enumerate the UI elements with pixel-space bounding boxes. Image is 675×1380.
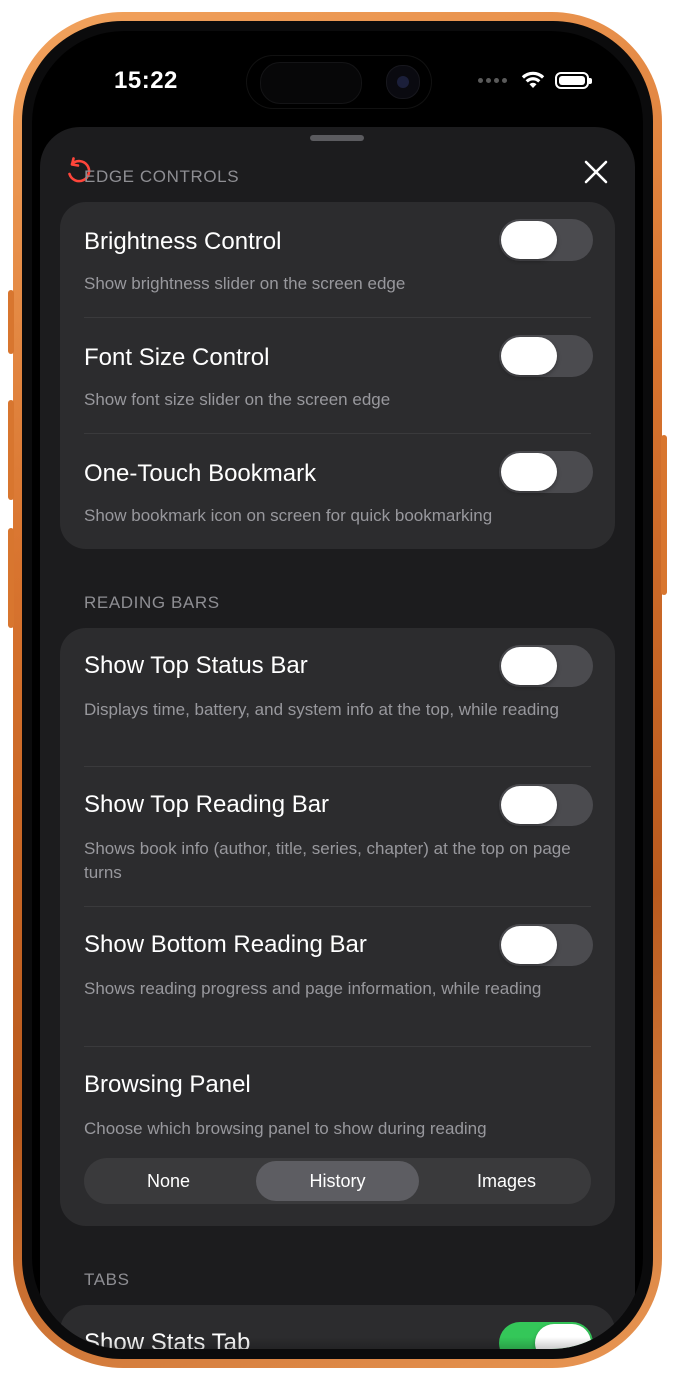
dynamic-island xyxy=(246,55,432,109)
power-button xyxy=(661,435,667,595)
row-description: Shows reading progress and page informat… xyxy=(84,979,542,998)
row-title: One-Touch Bookmark xyxy=(84,460,317,487)
row-description: Show brightness slider on the screen edg… xyxy=(84,274,406,293)
row-description: Choose which browsing panel to show duri… xyxy=(84,1119,487,1138)
screen: 15:22 EDGE CONTROLS Brightness Control S… xyxy=(32,31,643,1349)
brightness-control-toggle[interactable] xyxy=(499,219,593,261)
row-description: Show font size slider on the screen edge xyxy=(84,390,391,409)
segment-none[interactable]: None xyxy=(87,1161,250,1201)
sheet-grabber[interactable] xyxy=(310,135,364,141)
row-description: Shows book info (author, title, series, … xyxy=(84,839,571,882)
one-touch-bookmark-toggle[interactable] xyxy=(499,451,593,493)
bottom-fade xyxy=(40,1337,635,1349)
section-header-tabs: TABS xyxy=(84,1270,130,1289)
divider xyxy=(84,906,591,907)
close-icon[interactable] xyxy=(581,157,611,187)
status-icons xyxy=(478,71,592,89)
divider xyxy=(84,433,591,434)
row-title: Show Top Reading Bar xyxy=(84,791,330,818)
row-title: Browsing Panel xyxy=(84,1071,251,1098)
segment-history[interactable]: History xyxy=(256,1161,419,1201)
section-header-reading-bars: READING BARS xyxy=(84,593,220,612)
status-time: 15:22 xyxy=(114,67,178,94)
browsing-panel-segmented-control: None History Images xyxy=(84,1158,591,1204)
row-description: Displays time, battery, and system info … xyxy=(84,700,559,719)
volume-down-button xyxy=(8,528,14,628)
reading-bars-card: Show Top Status Bar Displays time, batte… xyxy=(60,628,615,1226)
signal-dots-icon xyxy=(478,77,507,83)
row-title: Font Size Control xyxy=(84,344,270,371)
action-button xyxy=(8,290,14,354)
row-description: Show bookmark icon on screen for quick b… xyxy=(84,506,493,525)
battery-icon xyxy=(555,71,592,89)
show-bottom-reading-bar-toggle[interactable] xyxy=(499,924,593,966)
wifi-icon xyxy=(521,71,545,88)
row-title: Show Bottom Reading Bar xyxy=(84,931,367,958)
divider xyxy=(84,1046,591,1047)
divider xyxy=(84,766,591,767)
font-size-control-toggle[interactable] xyxy=(499,335,593,377)
section-header-edge-controls: EDGE CONTROLS xyxy=(84,167,240,186)
show-top-reading-bar-toggle[interactable] xyxy=(499,784,593,826)
row-title: Show Top Status Bar xyxy=(84,652,308,679)
settings-sheet: EDGE CONTROLS Brightness Control Show br… xyxy=(40,127,635,1349)
volume-up-button xyxy=(8,400,14,500)
segment-images[interactable]: Images xyxy=(425,1161,588,1201)
camera-icon xyxy=(386,65,420,99)
row-title: Brightness Control xyxy=(84,228,282,255)
divider xyxy=(84,317,591,318)
edge-controls-card: Brightness Control Show brightness slide… xyxy=(60,202,615,549)
show-top-status-bar-toggle[interactable] xyxy=(499,645,593,687)
